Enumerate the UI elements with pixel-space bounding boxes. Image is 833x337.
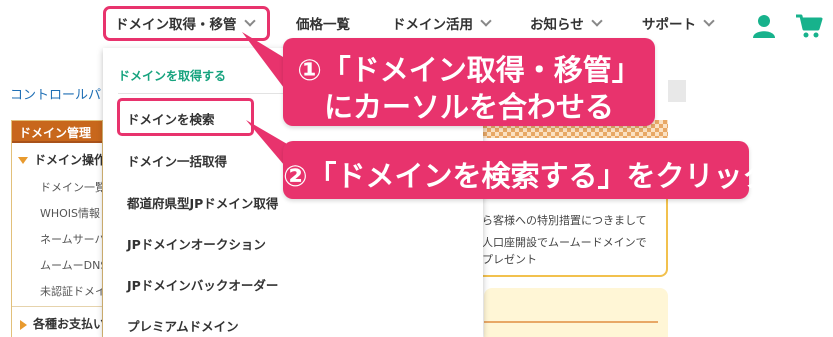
left-link[interactable]: WHOIS情報 xyxy=(40,205,100,221)
dropdown-item-domain-search[interactable]: ドメインを検索 xyxy=(127,109,215,128)
dropdown-header: ドメインを取得する xyxy=(118,69,227,83)
notice-text: ら客様への特別措置につきまして xyxy=(482,214,647,227)
left-panel-header: ドメイン管理 xyxy=(12,121,102,143)
instruction-callout-1: ①「ドメイン取得・移管」 にカーソルを合わせる xyxy=(283,38,655,126)
triangle-down-icon xyxy=(18,157,28,164)
nav-price-list-label: 価格一覧 xyxy=(296,17,350,33)
left-link[interactable]: 未認証ドメイン xyxy=(40,283,102,299)
cart-icon[interactable] xyxy=(795,13,823,39)
left-link[interactable]: ムームーDNS xyxy=(40,257,102,273)
left-control-panel: ドメイン管理 ドメイン操作 ドメイン一覧 WHOIS情報 ネームサーバ ムームー… xyxy=(11,120,103,337)
dropdown-item-prefecture-jp[interactable]: 都道府県型JPドメイン取得 xyxy=(127,193,278,212)
left-link[interactable]: ドメイン一覧 xyxy=(40,179,102,195)
nav-domain-usage-label: ドメイン活用 xyxy=(392,17,473,33)
nav-support-label: サポート xyxy=(642,17,696,33)
notice-text: プレゼント xyxy=(482,253,537,266)
left-panel-section[interactable]: ドメイン操作 xyxy=(12,151,102,168)
dropdown-item-jp-backorder[interactable]: JPドメインバックオーダー xyxy=(127,275,278,294)
instruction-callout-2: ②「ドメインを検索する」をクリック xyxy=(283,141,772,199)
notice-text: 人口座開設でムームードメインで xyxy=(482,236,647,249)
nav-news[interactable]: お知らせ xyxy=(530,13,603,33)
dropdown-item-bulk-acquire[interactable]: ドメイン一括取得 xyxy=(127,151,227,170)
dropdown-item-premium-domain[interactable]: プレミアムドメイン xyxy=(127,316,239,335)
chevron-down-icon xyxy=(591,14,603,27)
triangle-right-icon xyxy=(20,319,27,330)
nav-domain-acquire-label: ドメイン取得・移管 xyxy=(115,17,237,33)
background-block xyxy=(668,80,686,102)
callout-1-line-1: ①「ドメイン取得・移管」 xyxy=(297,53,641,87)
nav-domain-acquire[interactable]: ドメイン取得・移管 xyxy=(115,13,256,33)
info-box xyxy=(484,288,668,337)
divider xyxy=(484,321,658,323)
chevron-down-icon xyxy=(243,14,256,27)
nav-news-label: お知らせ xyxy=(530,17,584,33)
nav-price-list[interactable]: 価格一覧 xyxy=(296,13,350,33)
chevron-down-icon xyxy=(480,14,492,27)
nav-support[interactable]: サポート xyxy=(642,13,715,33)
callout-2-text: ②「ドメインを検索する」をクリック xyxy=(283,159,772,193)
chevron-down-icon xyxy=(703,14,715,27)
left-panel-section2[interactable]: 各種お支払い xyxy=(20,315,103,332)
dropdown-item-jp-auction[interactable]: JPドメインオークション xyxy=(127,234,266,253)
breadcrumb-link[interactable]: コントロールパ xyxy=(10,84,102,103)
divider xyxy=(12,306,102,307)
callout-1-line-2: にカーソルを合わせる xyxy=(323,90,614,124)
nav-domain-usage[interactable]: ドメイン活用 xyxy=(392,13,492,33)
left-panel-section-label: ドメイン操作 xyxy=(34,153,103,167)
user-icon[interactable] xyxy=(752,14,776,38)
left-panel-section2-label: 各種お支払い xyxy=(33,317,103,331)
left-link[interactable]: ネームサーバ xyxy=(40,231,102,247)
